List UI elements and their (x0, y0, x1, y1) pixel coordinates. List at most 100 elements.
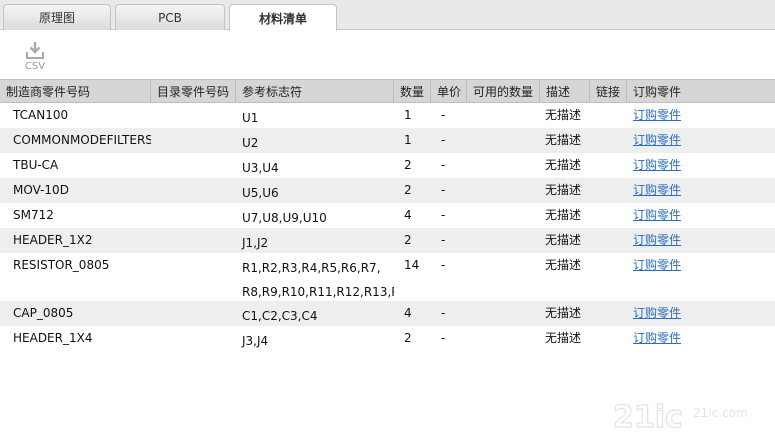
cell-order: 订购零件 (627, 128, 775, 153)
toolbar: CSV (0, 31, 775, 79)
cell-quantity: 1 (404, 108, 412, 122)
svg-text:21ic.com: 21ic.com (693, 406, 748, 420)
order-part-link[interactable]: 订购零件 (633, 158, 681, 172)
col-header-order[interactable]: 订购零件 (627, 80, 775, 102)
tab-bar: 原理图 PCB 材料清单 (0, 0, 775, 31)
cell-description: 无描述 (545, 331, 582, 345)
cell-catalog-part (151, 253, 236, 301)
cell-link (590, 128, 627, 153)
reference-line: U2 (242, 136, 259, 150)
tab-bom[interactable]: 材料清单 (229, 4, 337, 31)
col-header-available[interactable]: 可用的数量 (467, 80, 540, 102)
cell-description: 无描述 (545, 183, 582, 197)
cell-quantity: 2 (404, 331, 412, 345)
cell-catalog-part (151, 103, 236, 128)
table-row[interactable]: TBU-CA U3,U4 2 - 无描述 订购零件 (0, 153, 775, 178)
order-part-link[interactable]: 订购零件 (633, 133, 681, 147)
cell-quantity: 2 (404, 183, 412, 197)
table-row[interactable]: SM712 U7,U8,U9,U10 4 - 无描述 订购零件 (0, 203, 775, 228)
cell-unit-price: - (441, 208, 446, 222)
cell-mfr-part: MOV-10D (13, 183, 69, 197)
table-row[interactable]: HEADER_1X4 J3,J4 2 - 无描述 订购零件 (0, 326, 775, 351)
cell-available (467, 301, 540, 326)
cell-available (467, 128, 540, 153)
cell-description: 无描述 (545, 306, 582, 320)
order-part-link[interactable]: 订购零件 (633, 233, 681, 247)
cell-description: 无描述 (545, 158, 582, 172)
table-row[interactable]: CAP_0805 C1,C2,C3,C4 4 - 无描述 订购零件 (0, 301, 775, 326)
cell-link (590, 203, 627, 228)
cell-description: 无描述 (545, 133, 582, 147)
cell-catalog-part (151, 326, 236, 351)
col-header-description[interactable]: 描述 (540, 80, 590, 102)
cell-reference: C1,C2,C3,C4 (236, 301, 394, 326)
reference-line: R8,R9,R10,R11,R12,R13,R14 (242, 285, 394, 299)
cell-order: 订购零件 (627, 153, 775, 178)
cell-quantity: 1 (404, 133, 412, 147)
table-row[interactable]: HEADER_1X2 J1,J2 2 - 无描述 订购零件 (0, 228, 775, 253)
cell-unit-price: - (441, 108, 446, 122)
cell-unit-price: - (441, 331, 446, 345)
reference-line: C1,C2,C3,C4 (242, 309, 318, 323)
cell-mfr-part: HEADER_1X2 (13, 233, 93, 247)
table-row[interactable]: TCAN100 U1 1 - 无描述 订购零件 (0, 103, 775, 128)
cell-unit-price: - (441, 158, 446, 172)
cell-link (590, 326, 627, 351)
order-part-link[interactable]: 订购零件 (633, 331, 681, 345)
cell-link (590, 253, 627, 301)
cell-available (467, 203, 540, 228)
table-row[interactable]: RESISTOR_0805 R1,R2,R3,R4,R5,R6,R7, R8,R9,… (0, 253, 775, 301)
cell-order: 订购零件 (627, 301, 775, 326)
reference-line: U1 (242, 111, 259, 125)
cell-reference: R1,R2,R3,R4,R5,R6,R7, R8,R9,R10,R11,R12,R… (236, 253, 394, 301)
cell-link (590, 228, 627, 253)
cell-unit-price: - (441, 233, 446, 247)
col-header-mfr-part[interactable]: 制造商零件号码 (0, 80, 151, 102)
cell-catalog-part (151, 203, 236, 228)
col-header-catalog-part[interactable]: 目录零件号码 (151, 80, 236, 102)
order-part-link[interactable]: 订购零件 (633, 108, 681, 122)
cell-quantity: 14 (404, 258, 420, 272)
order-part-link[interactable]: 订购零件 (633, 258, 681, 272)
tab-pcb[interactable]: PCB (115, 4, 225, 30)
cell-order: 订购零件 (627, 103, 775, 128)
col-header-quantity[interactable]: 数量 (394, 80, 431, 102)
cell-reference: J3,J4 (236, 326, 394, 351)
cell-catalog-part (151, 153, 236, 178)
cell-order: 订购零件 (627, 228, 775, 253)
cell-unit-price: - (441, 133, 446, 147)
reference-line: U5,U6 (242, 186, 279, 200)
cell-mfr-part: SM712 (13, 208, 54, 222)
cell-catalog-part (151, 128, 236, 153)
cell-mfr-part: RESISTOR_0805 (13, 258, 110, 272)
table-header: 制造商零件号码 目录零件号码 参考标志符 数量 单价 可用的数量 描述 链接 订… (0, 79, 775, 103)
download-icon (26, 42, 44, 59)
table-row[interactable]: MOV-10D U5,U6 2 - 无描述 订购零件 (0, 178, 775, 203)
col-header-reference[interactable]: 参考标志符 (236, 80, 394, 102)
reference-line: U3,U4 (242, 161, 279, 175)
table-row[interactable]: COMMONMODEFILTERS U2 1 - 无描述 订购零件 (0, 128, 775, 153)
cell-quantity: 4 (404, 208, 412, 222)
svg-text:21ic: 21ic (613, 400, 683, 435)
cell-mfr-part: CAP_0805 (13, 306, 74, 320)
col-header-link[interactable]: 链接 (590, 80, 627, 102)
cell-unit-price: - (441, 258, 446, 272)
tab-schematic[interactable]: 原理图 (3, 4, 111, 30)
cell-available (467, 253, 540, 301)
cell-mfr-part: TCAN100 (13, 108, 69, 122)
cell-link (590, 178, 627, 203)
order-part-link[interactable]: 订购零件 (633, 208, 681, 222)
cell-catalog-part (151, 178, 236, 203)
cell-order: 订购零件 (627, 178, 775, 203)
col-header-unit-price[interactable]: 单价 (431, 80, 467, 102)
watermark-logo: 21ic 21ic.com (612, 399, 748, 435)
csv-export-button[interactable]: CSV (18, 41, 52, 75)
cell-mfr-part: COMMONMODEFILTERS (13, 133, 151, 147)
cell-mfr-part: TBU-CA (13, 158, 59, 172)
cell-unit-price: - (441, 183, 446, 197)
order-part-link[interactable]: 订购零件 (633, 306, 681, 320)
cell-reference: U3,U4 (236, 153, 394, 178)
cell-order: 订购零件 (627, 326, 775, 351)
cell-reference: J1,J2 (236, 228, 394, 253)
order-part-link[interactable]: 订购零件 (633, 183, 681, 197)
